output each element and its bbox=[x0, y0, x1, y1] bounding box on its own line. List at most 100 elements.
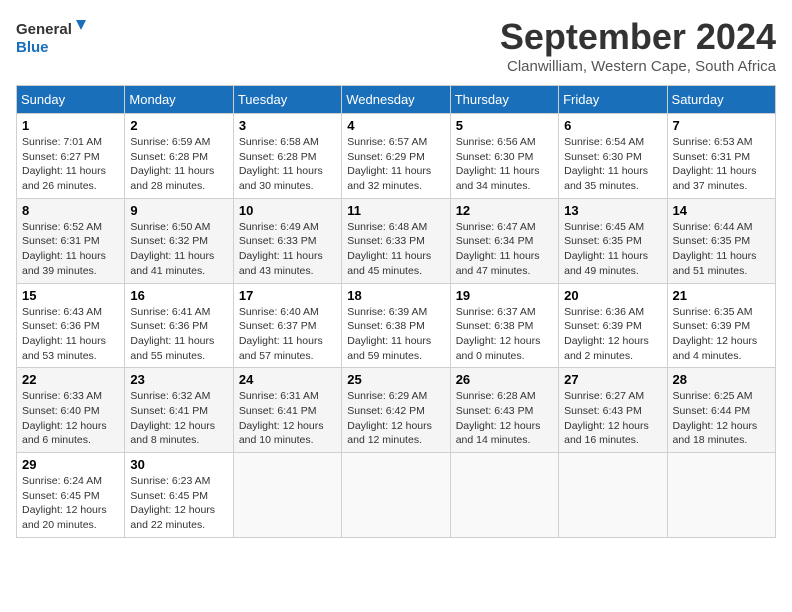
week-row-2: 8 Sunrise: 6:52 AM Sunset: 6:31 PM Daylig… bbox=[17, 198, 776, 283]
calendar-cell: 9 Sunrise: 6:50 AM Sunset: 6:32 PM Daylig… bbox=[125, 198, 233, 283]
day-info: Sunrise: 6:31 AM Sunset: 6:41 PM Dayligh… bbox=[239, 389, 336, 448]
day-info: Sunrise: 6:44 AM Sunset: 6:35 PM Dayligh… bbox=[673, 220, 770, 279]
header-tuesday: Tuesday bbox=[233, 86, 341, 114]
day-info: Sunrise: 6:41 AM Sunset: 6:36 PM Dayligh… bbox=[130, 305, 227, 364]
day-info: Sunrise: 6:32 AM Sunset: 6:41 PM Dayligh… bbox=[130, 389, 227, 448]
day-number: 15 bbox=[22, 288, 119, 303]
calendar-cell: 3 Sunrise: 6:58 AM Sunset: 6:28 PM Daylig… bbox=[233, 114, 341, 199]
day-number: 17 bbox=[239, 288, 336, 303]
day-info: Sunrise: 6:59 AM Sunset: 6:28 PM Dayligh… bbox=[130, 135, 227, 194]
day-info: Sunrise: 6:53 AM Sunset: 6:31 PM Dayligh… bbox=[673, 135, 770, 194]
week-row-3: 15 Sunrise: 6:43 AM Sunset: 6:36 PM Dayli… bbox=[17, 283, 776, 368]
calendar-cell: 29 Sunrise: 6:24 AM Sunset: 6:45 PM Dayli… bbox=[17, 453, 125, 538]
calendar-cell: 17 Sunrise: 6:40 AM Sunset: 6:37 PM Dayli… bbox=[233, 283, 341, 368]
logo-svg: General Blue bbox=[16, 16, 86, 60]
day-info: Sunrise: 6:54 AM Sunset: 6:30 PM Dayligh… bbox=[564, 135, 661, 194]
day-number: 9 bbox=[130, 203, 227, 218]
day-info: Sunrise: 7:01 AM Sunset: 6:27 PM Dayligh… bbox=[22, 135, 119, 194]
header-monday: Monday bbox=[125, 86, 233, 114]
day-number: 16 bbox=[130, 288, 227, 303]
location-subtitle: Clanwilliam, Western Cape, South Africa bbox=[500, 58, 776, 75]
day-info: Sunrise: 6:58 AM Sunset: 6:28 PM Dayligh… bbox=[239, 135, 336, 194]
day-number: 4 bbox=[347, 118, 444, 133]
calendar-cell: 21 Sunrise: 6:35 AM Sunset: 6:39 PM Dayli… bbox=[667, 283, 775, 368]
day-info: Sunrise: 6:35 AM Sunset: 6:39 PM Dayligh… bbox=[673, 305, 770, 364]
calendar-cell: 6 Sunrise: 6:54 AM Sunset: 6:30 PM Daylig… bbox=[559, 114, 667, 199]
day-number: 18 bbox=[347, 288, 444, 303]
day-info: Sunrise: 6:25 AM Sunset: 6:44 PM Dayligh… bbox=[673, 389, 770, 448]
day-number: 6 bbox=[564, 118, 661, 133]
calendar-table: Sunday Monday Tuesday Wednesday Thursday… bbox=[16, 85, 776, 538]
calendar-cell bbox=[342, 453, 450, 538]
day-info: Sunrise: 6:27 AM Sunset: 6:43 PM Dayligh… bbox=[564, 389, 661, 448]
calendar-cell: 22 Sunrise: 6:33 AM Sunset: 6:40 PM Dayli… bbox=[17, 368, 125, 453]
day-info: Sunrise: 6:28 AM Sunset: 6:43 PM Dayligh… bbox=[456, 389, 553, 448]
day-number: 30 bbox=[130, 457, 227, 472]
calendar-cell: 18 Sunrise: 6:39 AM Sunset: 6:38 PM Dayli… bbox=[342, 283, 450, 368]
calendar-cell: 15 Sunrise: 6:43 AM Sunset: 6:36 PM Dayli… bbox=[17, 283, 125, 368]
calendar-cell: 13Sunrise: 6:45 AM Sunset: 6:35 PM Dayli… bbox=[559, 198, 667, 283]
calendar-cell bbox=[450, 453, 558, 538]
day-info: Sunrise: 6:52 AM Sunset: 6:31 PM Dayligh… bbox=[22, 220, 119, 279]
day-info: Sunrise: 6:48 AM Sunset: 6:33 PM Dayligh… bbox=[347, 220, 444, 279]
calendar-cell: 10Sunrise: 6:49 AM Sunset: 6:33 PM Dayli… bbox=[233, 198, 341, 283]
calendar-cell: 12Sunrise: 6:47 AM Sunset: 6:34 PM Dayli… bbox=[450, 198, 558, 283]
header-thursday: Thursday bbox=[450, 86, 558, 114]
calendar-cell bbox=[667, 453, 775, 538]
day-number: 10 bbox=[239, 203, 336, 218]
calendar-cell: 5 Sunrise: 6:56 AM Sunset: 6:30 PM Daylig… bbox=[450, 114, 558, 199]
calendar-cell: 24Sunrise: 6:31 AM Sunset: 6:41 PM Dayli… bbox=[233, 368, 341, 453]
day-number: 26 bbox=[456, 372, 553, 387]
day-number: 7 bbox=[673, 118, 770, 133]
logo: General Blue bbox=[16, 16, 86, 60]
day-number: 3 bbox=[239, 118, 336, 133]
header-wednesday: Wednesday bbox=[342, 86, 450, 114]
day-number: 29 bbox=[22, 457, 119, 472]
page-header: General Blue September 2024 Clanwilliam,… bbox=[16, 16, 776, 75]
day-number: 23 bbox=[130, 372, 227, 387]
day-number: 22 bbox=[22, 372, 119, 387]
day-number: 14 bbox=[673, 203, 770, 218]
day-number: 5 bbox=[456, 118, 553, 133]
calendar-cell: 2Sunrise: 6:59 AM Sunset: 6:28 PM Daylig… bbox=[125, 114, 233, 199]
day-info: Sunrise: 6:45 AM Sunset: 6:35 PM Dayligh… bbox=[564, 220, 661, 279]
day-number: 8 bbox=[22, 203, 119, 218]
svg-text:General: General bbox=[16, 21, 72, 38]
day-info: Sunrise: 6:33 AM Sunset: 6:40 PM Dayligh… bbox=[22, 389, 119, 448]
week-row-4: 22 Sunrise: 6:33 AM Sunset: 6:40 PM Dayli… bbox=[17, 368, 776, 453]
calendar-cell: 27 Sunrise: 6:27 AM Sunset: 6:43 PM Dayli… bbox=[559, 368, 667, 453]
calendar-cell: 26 Sunrise: 6:28 AM Sunset: 6:43 PM Dayli… bbox=[450, 368, 558, 453]
day-info: Sunrise: 6:40 AM Sunset: 6:37 PM Dayligh… bbox=[239, 305, 336, 364]
day-info: Sunrise: 6:24 AM Sunset: 6:45 PM Dayligh… bbox=[22, 474, 119, 533]
day-number: 28 bbox=[673, 372, 770, 387]
day-info: Sunrise: 6:39 AM Sunset: 6:38 PM Dayligh… bbox=[347, 305, 444, 364]
week-row-5: 29 Sunrise: 6:24 AM Sunset: 6:45 PM Dayli… bbox=[17, 453, 776, 538]
day-number: 19 bbox=[456, 288, 553, 303]
calendar-cell: 28 Sunrise: 6:25 AM Sunset: 6:44 PM Dayli… bbox=[667, 368, 775, 453]
day-number: 25 bbox=[347, 372, 444, 387]
calendar-cell: 25Sunrise: 6:29 AM Sunset: 6:42 PM Dayli… bbox=[342, 368, 450, 453]
calendar-cell: 14 Sunrise: 6:44 AM Sunset: 6:35 PM Dayli… bbox=[667, 198, 775, 283]
calendar-cell: 4Sunrise: 6:57 AM Sunset: 6:29 PM Daylig… bbox=[342, 114, 450, 199]
day-number: 11 bbox=[347, 203, 444, 218]
calendar-cell bbox=[559, 453, 667, 538]
day-number: 20 bbox=[564, 288, 661, 303]
header-friday: Friday bbox=[559, 86, 667, 114]
calendar-cell bbox=[233, 453, 341, 538]
day-number: 21 bbox=[673, 288, 770, 303]
day-info: Sunrise: 6:43 AM Sunset: 6:36 PM Dayligh… bbox=[22, 305, 119, 364]
day-info: Sunrise: 6:56 AM Sunset: 6:30 PM Dayligh… bbox=[456, 135, 553, 194]
calendar-cell: 8 Sunrise: 6:52 AM Sunset: 6:31 PM Daylig… bbox=[17, 198, 125, 283]
calendar-cell: 20Sunrise: 6:36 AM Sunset: 6:39 PM Dayli… bbox=[559, 283, 667, 368]
calendar-cell: 16 Sunrise: 6:41 AM Sunset: 6:36 PM Dayli… bbox=[125, 283, 233, 368]
header-saturday: Saturday bbox=[667, 86, 775, 114]
day-info: Sunrise: 6:50 AM Sunset: 6:32 PM Dayligh… bbox=[130, 220, 227, 279]
calendar-cell: 30Sunrise: 6:23 AM Sunset: 6:45 PM Dayli… bbox=[125, 453, 233, 538]
title-area: September 2024 Clanwilliam, Western Cape… bbox=[500, 16, 776, 75]
day-number: 27 bbox=[564, 372, 661, 387]
day-number: 12 bbox=[456, 203, 553, 218]
header-sunday: Sunday bbox=[17, 86, 125, 114]
calendar-header-row: Sunday Monday Tuesday Wednesday Thursday… bbox=[17, 86, 776, 114]
svg-text:Blue: Blue bbox=[16, 39, 49, 56]
calendar-cell: 23 Sunrise: 6:32 AM Sunset: 6:41 PM Dayli… bbox=[125, 368, 233, 453]
